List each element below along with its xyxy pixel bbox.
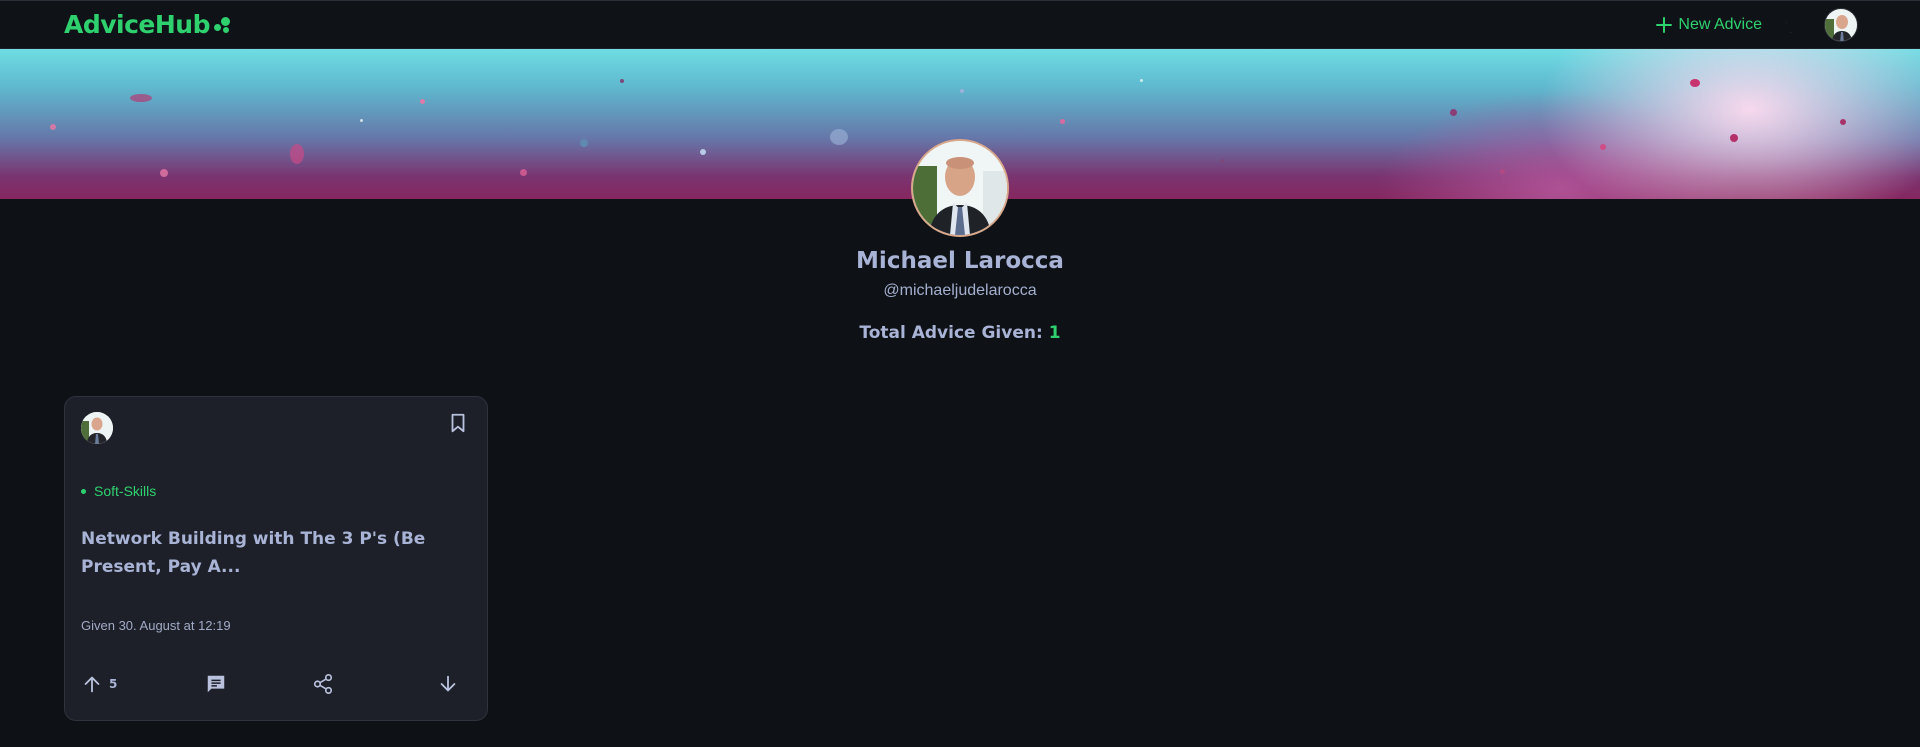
- avatar-image: [1825, 9, 1857, 41]
- logo-dots-icon: [214, 15, 234, 35]
- advice-title[interactable]: Network Building with The 3 P's (Be Pres…: [81, 525, 476, 581]
- tag-dot-icon: [81, 488, 86, 494]
- logo-text: AdviceHub: [64, 10, 211, 39]
- arrow-up-icon: [84, 676, 100, 693]
- new-advice-button[interactable]: New Advice: [1656, 16, 1762, 34]
- card-actions: 5: [81, 671, 471, 697]
- upvote-button[interactable]: 5: [81, 671, 117, 697]
- nav-actions: New Advice: [1656, 8, 1858, 42]
- total-advice-label: Total Advice Given:: [859, 323, 1043, 343]
- profile-avatar: [911, 139, 1009, 237]
- bookmark-icon[interactable]: [447, 412, 469, 434]
- advice-card[interactable]: Soft-Skills Network Building with The 3 …: [64, 396, 488, 721]
- logo-link[interactable]: AdviceHub: [64, 10, 234, 39]
- comment-button[interactable]: [205, 671, 227, 697]
- profile-handle: @michaeljudelarocca: [883, 282, 1037, 299]
- plus-icon: [1656, 17, 1673, 33]
- total-advice-stat: Total Advice Given: 1: [0, 323, 1920, 343]
- profile-photo: [913, 141, 1007, 235]
- upvote-count: 5: [109, 677, 118, 691]
- profile-name: Michael Larocca: [856, 248, 1064, 274]
- author-photo: [81, 412, 113, 444]
- arrow-down-icon: [440, 675, 456, 692]
- top-navbar: AdviceHub New Advice: [0, 0, 1920, 49]
- user-avatar-button[interactable]: [1824, 8, 1858, 42]
- share-button[interactable]: [312, 671, 334, 697]
- advice-date: Given 30. August at 12:19: [81, 618, 231, 633]
- moon-icon[interactable]: [1782, 14, 1804, 36]
- card-author-avatar[interactable]: [81, 412, 113, 444]
- share-icon: [313, 674, 333, 694]
- tag-chip[interactable]: Soft-Skills: [81, 483, 156, 499]
- total-advice-count: 1: [1048, 323, 1061, 343]
- downvote-button[interactable]: [437, 671, 459, 697]
- tag-label: Soft-Skills: [94, 483, 157, 499]
- comment-icon: [207, 675, 225, 693]
- new-advice-label: New Advice: [1678, 16, 1762, 33]
